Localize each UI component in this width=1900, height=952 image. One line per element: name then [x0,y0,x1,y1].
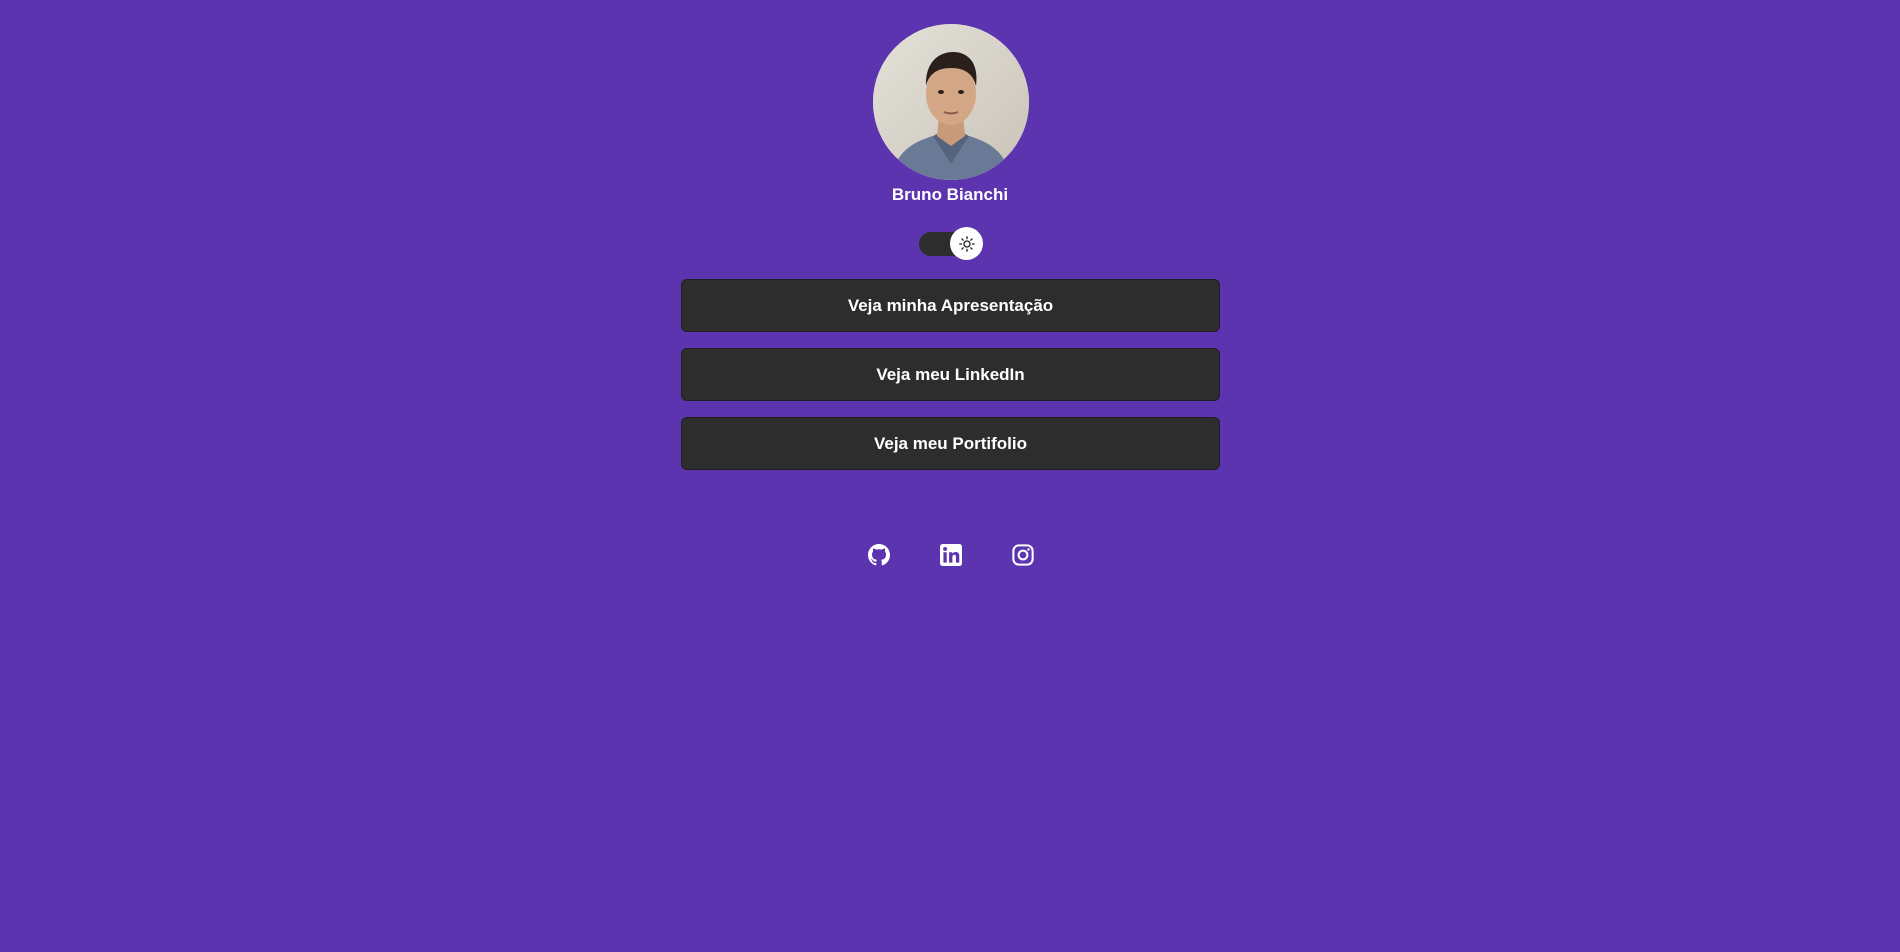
presentation-button[interactable]: Veja minha Apresentação [681,279,1220,332]
instagram-icon [1012,544,1034,566]
github-icon [868,544,890,566]
profile-name: Bruno Bianchi [891,185,1009,204]
profile-photo [873,24,1029,180]
avatar [873,24,1029,180]
portfolio-button[interactable]: Veja meu Portifolio [681,417,1220,470]
instagram-link[interactable] [1011,543,1035,567]
sun-icon [958,235,975,252]
theme-toggle-knob[interactable] [950,227,983,260]
page: Bruno Bianchi Veja minha Apresentação Ve… [0,0,1900,952]
linkedin-button[interactable]: Veja meu LinkedIn [681,348,1220,401]
linkedin-icon [940,544,962,566]
github-link[interactable] [867,543,891,567]
linkedin-link[interactable] [939,543,963,567]
